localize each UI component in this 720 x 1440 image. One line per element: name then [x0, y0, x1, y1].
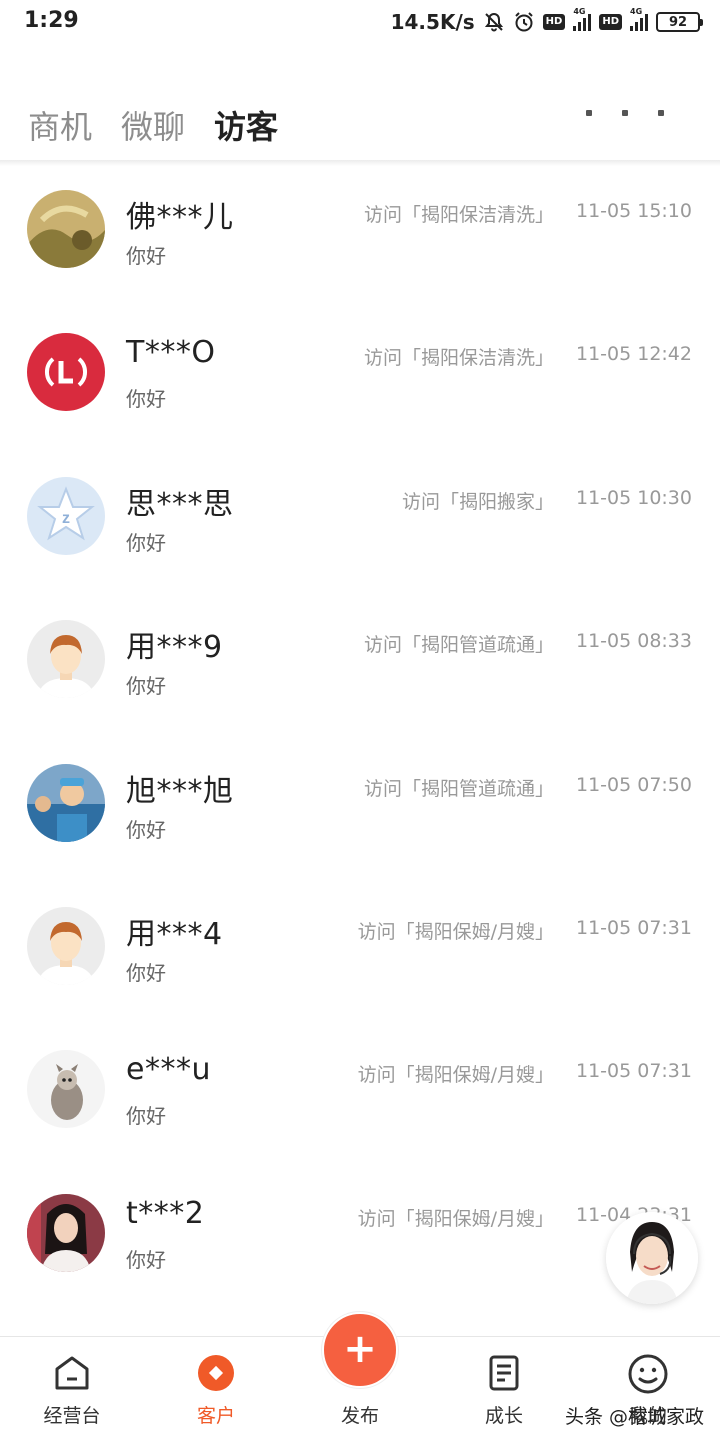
visit-page: 访问「揭阳管道疏通」 [363, 634, 554, 657]
visit-time: 11-05 15:10 [575, 200, 692, 222]
visitor-name: t***2 [126, 1195, 205, 1231]
tab-business[interactable]: 商机 [28, 102, 92, 148]
more-dots-icon[interactable] [586, 110, 664, 116]
hd-icon: HD [542, 14, 566, 30]
visit-time: 11-05 08:33 [575, 630, 692, 653]
visitor-name: 用***4 [126, 916, 223, 952]
visit-info: 访问「揭阳管道疏通」 11-05 08:33 [364, 630, 692, 657]
customer-icon [196, 1353, 236, 1397]
network-type-label: 4G [573, 7, 586, 16]
list-item[interactable]: 用***4 你好 访问「揭阳保姆/月嫂」 11-05 07:31 [0, 883, 720, 1026]
visit-info: 访问「揭阳保洁清洗」 11-05 15:10 [364, 200, 692, 227]
smiley-icon [627, 1353, 669, 1399]
battery-level: 92 [668, 14, 688, 30]
list-item[interactable]: 佛***儿 你好 访问「揭阳保洁清洗」 11-05 15:10 [0, 166, 720, 309]
hd-icon: HD [599, 14, 622, 30]
tab-visitors[interactable]: 访客 [214, 102, 278, 148]
visit-time: 11-05 10:30 [575, 486, 692, 509]
list-item[interactable]: 用***9 你好 访问「揭阳管道疏通」 11-05 08:33 [0, 596, 720, 739]
nav-customers-label: 客户 [196, 1405, 235, 1427]
visit-time: 11-05 12:42 [575, 343, 692, 366]
plus-icon: + [343, 1326, 377, 1372]
nav-growth[interactable]: 成长 [432, 1337, 576, 1440]
visit-time: 11-05 07:31 [575, 1060, 692, 1083]
visit-info: 访问「揭阳保洁清洗」 11-05 12:42 [364, 343, 692, 370]
header-tabs: 商机 微聊 访客 [0, 90, 720, 160]
nav-growth-label: 成长 [484, 1405, 523, 1427]
nav-dashboard[interactable]: 经营台 [0, 1337, 144, 1440]
visitor-message: 你好 [126, 530, 166, 555]
avatar [27, 763, 105, 842]
battery-icon: 92 [656, 12, 703, 32]
visit-info: 访问「揭阳保姆/月嫂」 11-05 07:31 [358, 1060, 692, 1087]
document-icon [484, 1353, 524, 1397]
house-icon [52, 1353, 92, 1397]
publish-plus-button[interactable]: + [322, 1312, 398, 1388]
customer-service-avatar-icon [606, 1212, 698, 1304]
svg-text:z: z [62, 510, 70, 527]
visit-info: 访问「揭阳管道疏通」 11-05 07:50 [364, 774, 692, 801]
visit-time: 11-05 07:31 [575, 916, 692, 939]
visitor-message: 你好 [126, 960, 166, 985]
avatar [27, 906, 105, 985]
avatar [27, 1193, 105, 1272]
status-time: 1:29 [24, 8, 79, 33]
visitor-message: 你好 [126, 1247, 166, 1272]
visit-page: 访问「揭阳管道疏通」 [363, 777, 554, 800]
list-item[interactable]: T***O 你好 访问「揭阳保洁清洗」 11-05 12:42 [0, 309, 720, 452]
avatar [27, 333, 105, 412]
nav-dashboard-label: 经营台 [43, 1405, 101, 1427]
avatar [27, 1050, 105, 1129]
visit-page: 访问「揭阳保洁清洗」 [363, 347, 554, 370]
visitor-name: 思***思 [126, 486, 234, 522]
network-speed: 14.5K/s [390, 10, 475, 34]
avatar: z [27, 476, 105, 555]
visitor-message: 你好 [126, 387, 166, 412]
status-bar: 1:29 14.5K/s HD 4G HD 4G 92 [0, 0, 720, 44]
visit-info: 访问「揭阳保姆/月嫂」 11-05 07:31 [358, 917, 692, 944]
visitor-message: 你好 [126, 1104, 166, 1129]
visitor-name: 用***9 [126, 630, 223, 666]
visitor-message: 你好 [126, 244, 166, 268]
nav-customers[interactable]: 客户 [144, 1337, 288, 1440]
avatar [27, 190, 105, 268]
visitor-message: 你好 [126, 817, 166, 842]
visit-info: 访问「揭阳搬家」 11-05 10:30 [402, 487, 692, 514]
nav-publish-label: 发布 [340, 1405, 379, 1427]
signal-icon: 4G [573, 7, 592, 31]
visit-page: 访问「揭阳保洁清洗」 [363, 204, 554, 226]
visit-page: 访问「揭阳保姆/月嫂」 [357, 1207, 554, 1230]
visit-time: 11-05 07:50 [575, 773, 692, 796]
list-item[interactable]: e***u 你好 访问「揭阳保姆/月嫂」 11-05 07:31 [0, 1026, 720, 1169]
bell-off-icon [483, 11, 505, 33]
visit-page: 访问「揭阳保姆/月嫂」 [357, 920, 554, 943]
customer-service-button[interactable] [606, 1212, 698, 1304]
visitor-name: T***O [126, 335, 216, 371]
visitor-list: 佛***儿 你好 访问「揭阳保洁清洗」 11-05 15:10 T***O 你好… [0, 166, 720, 1313]
visit-page: 访问「揭阳搬家」 [401, 490, 554, 513]
signal-icon: 4G [630, 7, 648, 31]
tab-wechat[interactable]: 微聊 [121, 102, 185, 148]
status-icons: 14.5K/s HD 4G HD 4G 92 [390, 7, 703, 36]
visitor-message: 你好 [126, 674, 166, 699]
network-type-label: 4G [630, 7, 643, 16]
list-item[interactable]: z 思***思 你好 访问「揭阳搬家」 11-05 10:30 [0, 453, 720, 596]
visit-page: 访问「揭阳保姆/月嫂」 [357, 1064, 554, 1087]
visitor-name: 旭***旭 [126, 773, 234, 809]
visitor-name: e***u [126, 1052, 211, 1088]
list-item[interactable]: 旭***旭 你好 访问「揭阳管道疏通」 11-05 07:50 [0, 740, 720, 883]
visitor-name: 佛***儿 [126, 200, 234, 235]
avatar [27, 620, 105, 699]
alarm-icon [513, 11, 535, 33]
watermark: 头条 @榕城家政 [564, 1406, 704, 1428]
